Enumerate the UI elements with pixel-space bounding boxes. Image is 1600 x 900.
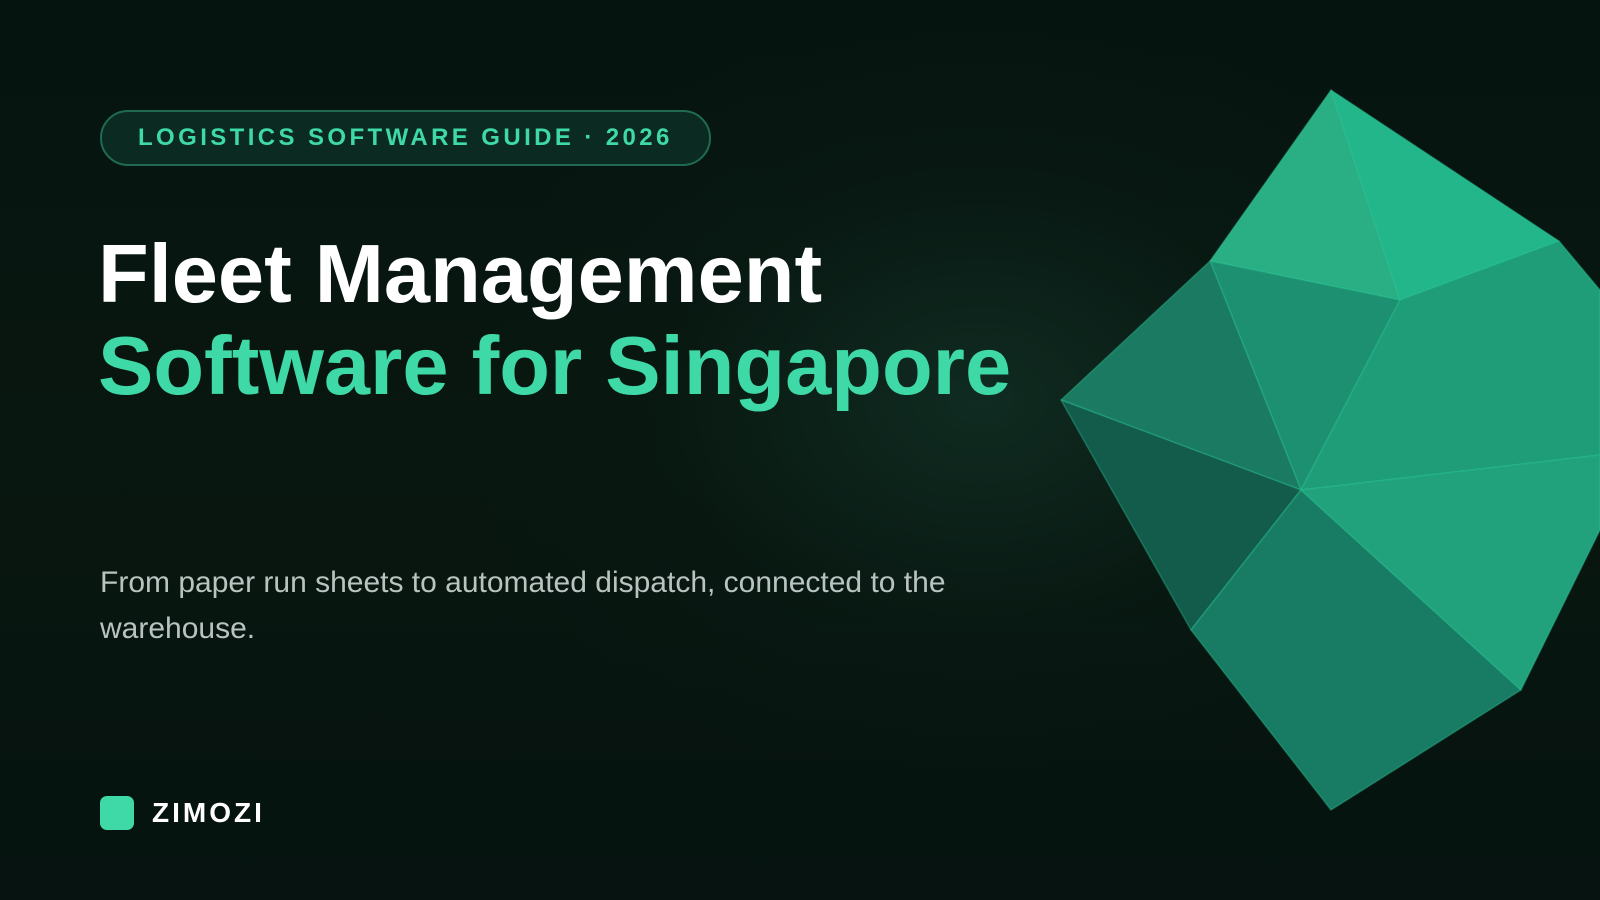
low-poly-gem-graphic (1060, 89, 1600, 811)
